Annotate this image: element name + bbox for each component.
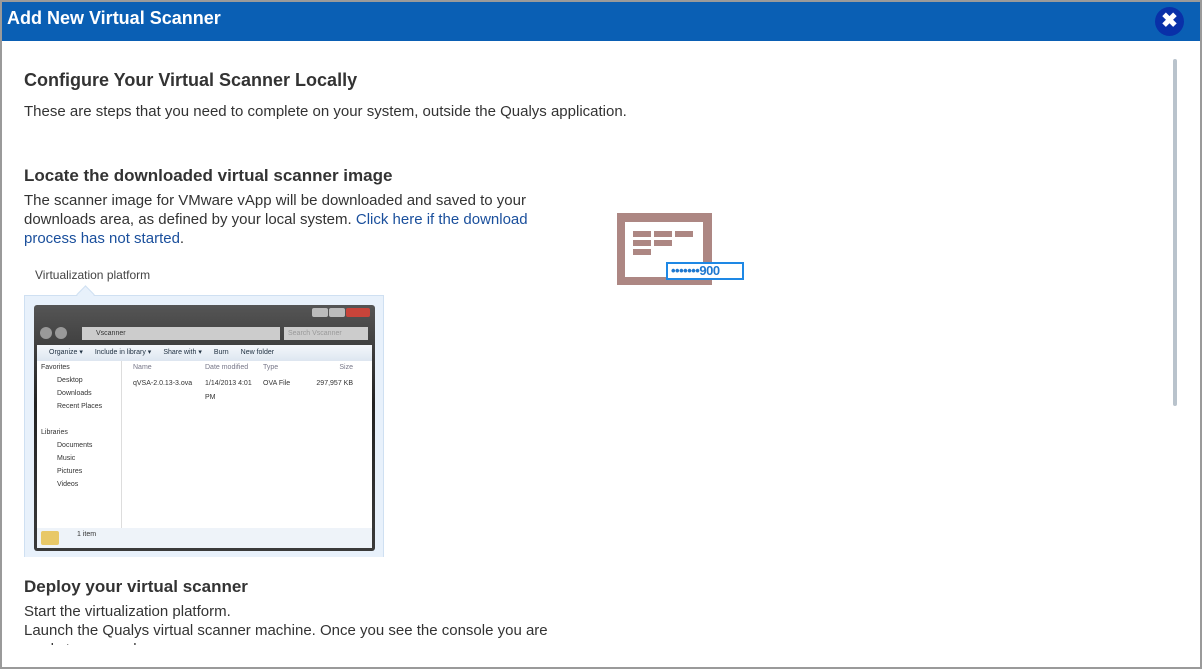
file-list-header: Name Date modified Type Size — [133, 364, 353, 371]
explorer-screenshot: Vscanner Search Vscanner Organize ▾ Incl… — [24, 295, 384, 557]
deploy-line2: Launch the Qualys virtual scanner machin… — [24, 622, 548, 645]
dialog-header: Add New Virtual Scanner ✖ — [2, 2, 1200, 41]
explorer-toolbar: Organize ▾ Include in library ▾ Share wi… — [37, 345, 372, 361]
file-row: qVSA-2.0.13-3.ova 1/14/2013 4:01 PM OVA Fi… — [133, 380, 353, 401]
window-buttons — [311, 308, 370, 317]
locate-text: The scanner image for VMware vApp will b… — [24, 192, 528, 247]
deploy-line1: Start the virtualization platform. — [24, 603, 231, 620]
forward-icon — [55, 327, 67, 339]
locate-heading: Locate the downloaded virtual scanner im… — [24, 166, 393, 185]
nav-pane: Favorites Desktop Downloads Recent Place… — [37, 361, 122, 528]
add-virtual-scanner-dialog: Add New Virtual Scanner ✖ Configure Your… — [0, 0, 1202, 669]
explorer-pane: Favorites Desktop Downloads Recent Place… — [37, 361, 372, 528]
close-icon: ✖ — [1161, 10, 1178, 32]
close-button[interactable]: ✖ — [1155, 7, 1184, 36]
dialog-title: Add New Virtual Scanner — [7, 8, 221, 28]
folder-icon — [41, 531, 59, 545]
config-heading: Configure Your Virtual Scanner Locally — [24, 70, 358, 90]
back-icon — [40, 327, 52, 339]
virtual-scanner-icon: •••••••900 — [617, 213, 744, 285]
scrollbar[interactable] — [1173, 59, 1177, 406]
platform-label: Virtualization platform — [35, 268, 151, 282]
deploy-heading: Deploy your virtual scanner — [24, 577, 248, 596]
file-list: Name Date modified Type Size qVSA-2.0.13-3.… — [127, 361, 372, 401]
address-bar: Vscanner — [82, 327, 280, 340]
search-box: Search Vscanner — [284, 327, 368, 340]
explorer-status: 1 item — [37, 528, 372, 548]
dialog-content: Configure Your Virtual Scanner Locally T… — [2, 41, 1200, 645]
config-description: These are steps that you need to complet… — [24, 103, 627, 120]
explorer-window: Vscanner Search Vscanner Organize ▾ Incl… — [34, 305, 375, 551]
